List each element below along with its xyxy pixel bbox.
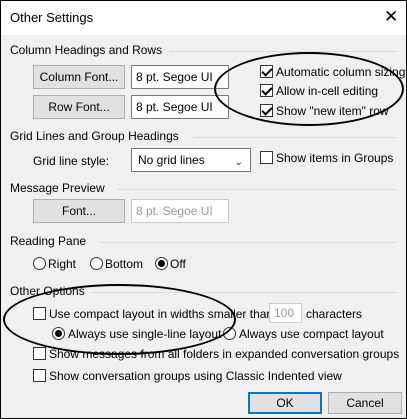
cancel-button[interactable]: Cancel [328, 392, 402, 414]
reading-pane-bottom-radio[interactable] [90, 257, 103, 270]
preview-font-button[interactable]: Font... [33, 199, 125, 223]
row-font-button[interactable]: Row Font... [33, 95, 125, 119]
reading-pane-right-radio[interactable] [33, 257, 46, 270]
highlight-ellipse-column-options [214, 52, 404, 126]
close-icon[interactable]: ✕ [384, 8, 398, 25]
group-label-reading-pane: Reading Pane [10, 234, 87, 248]
reading-pane-off-label: Off [170, 257, 186, 271]
classic-indented-label: Show conversation groups using Classic I… [49, 369, 342, 383]
group-divider [99, 242, 397, 243]
title-bar: Other Settings ✕ [1, 1, 406, 35]
always-compact-layout-label: Always use compact layout [239, 327, 384, 341]
grid-line-style-value: No grid lines [138, 153, 205, 167]
highlight-ellipse-other-options [3, 284, 236, 355]
reading-pane-off-radio[interactable] [155, 257, 168, 270]
dialog-title: Other Settings [10, 10, 94, 25]
ok-button[interactable]: OK [248, 392, 322, 414]
reading-pane-bottom-label: Bottom [105, 257, 144, 271]
preview-font-field: 8 pt. Segoe UI [131, 199, 229, 223]
column-font-button[interactable]: Column Font... [33, 65, 125, 89]
group-label-grid-lines: Grid Lines and Group Headings [10, 129, 179, 143]
reading-pane-right-label: Right [48, 257, 77, 271]
group-label-column-headings: Column Headings and Rows [10, 43, 163, 57]
show-items-in-groups-checkbox[interactable] [260, 151, 273, 164]
characters-label: characters [306, 307, 363, 321]
radio-selected-dot [158, 260, 165, 267]
show-items-in-groups-label: Show items in Groups [276, 151, 394, 165]
group-divider [117, 189, 397, 190]
grid-line-style-label: Grid line style: [33, 154, 110, 168]
grid-line-style-dropdown[interactable]: No grid lines ⌄ [131, 148, 251, 172]
compact-width-input[interactable]: 100 [269, 303, 302, 323]
classic-indented-checkbox[interactable] [33, 369, 46, 382]
other-settings-dialog: Other Settings ✕ Column Headings and Row… [0, 0, 407, 419]
group-divider [193, 137, 397, 138]
chevron-down-icon: ⌄ [234, 157, 243, 168]
group-divider [169, 51, 397, 52]
row-font-field: 8 pt. Segoe UI [131, 95, 229, 119]
group-label-message-preview: Message Preview [10, 181, 105, 195]
show-all-folders-checkbox[interactable] [33, 347, 46, 360]
